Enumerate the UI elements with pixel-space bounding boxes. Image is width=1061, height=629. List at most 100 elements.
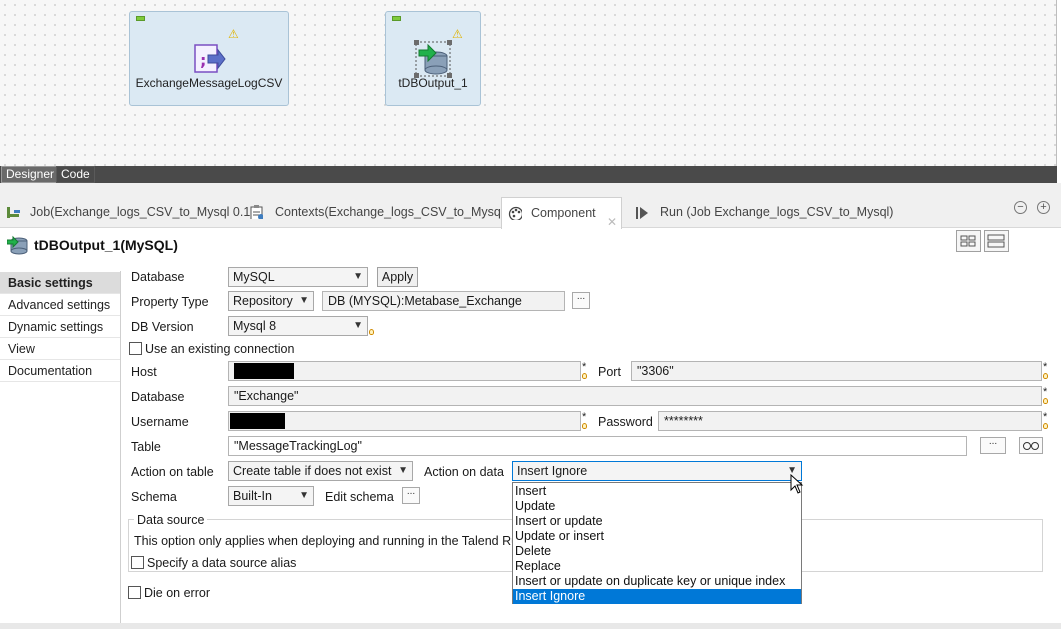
- palette-icon: [508, 206, 522, 220]
- data-source-description: This option only applies when deploying …: [134, 534, 529, 548]
- view-tab-bar: Job(Exchange_logs_CSV_to_Mysql 0.1) Cont…: [0, 197, 1061, 229]
- use-existing-connection-label: Use an existing connection: [145, 342, 295, 356]
- required-star: *: [582, 411, 587, 423]
- schema-select[interactable]: Built-In ▼: [228, 486, 314, 506]
- hint-bulb-icon: [582, 423, 587, 429]
- die-on-error-label: Die on error: [144, 586, 210, 600]
- close-icon[interactable]: ✕: [607, 207, 617, 237]
- data-source-legend: Data source: [134, 513, 208, 527]
- tab-run[interactable]: Run (Job Exchange_logs_CSV_to_Mysql): [630, 197, 893, 228]
- schema-label: Schema: [131, 490, 177, 504]
- guess-schema-button[interactable]: [1019, 437, 1043, 454]
- clipboard-icon: [250, 205, 263, 219]
- database-name-label: Database: [131, 390, 185, 404]
- node-label: ExchangeMessageLogCSV: [135, 76, 283, 90]
- username-label: Username: [131, 415, 189, 429]
- hint-bulb-icon: [1043, 398, 1048, 404]
- tab-code[interactable]: Code: [56, 166, 95, 183]
- repository-browse-button[interactable]: ...: [572, 292, 590, 309]
- minimize-icon[interactable]: −: [1014, 201, 1027, 214]
- property-type-select[interactable]: Repository ▼: [228, 291, 314, 311]
- node-exchange-message-log-csv[interactable]: ⚠ ; ExchangeMessageLogCSV: [129, 11, 289, 106]
- nav-documentation[interactable]: Documentation: [0, 360, 120, 382]
- database-output-icon: [7, 235, 28, 255]
- dropdown-option[interactable]: Replace: [513, 559, 801, 574]
- table-input[interactable]: "MessageTrackingLog": [228, 436, 967, 456]
- chevron-down-icon: ▼: [299, 295, 309, 306]
- action-on-table-select[interactable]: Create table if does not exist ▼: [228, 461, 413, 481]
- dropdown-option-selected[interactable]: Insert Ignore: [513, 589, 801, 604]
- dropdown-option[interactable]: Update: [513, 499, 801, 514]
- tab-contexts[interactable]: Contexts(Exchange_logs_CSV_to_Mysql): [246, 197, 508, 228]
- specify-alias-checkbox[interactable]: [131, 556, 144, 569]
- glasses-icon: [1023, 442, 1039, 450]
- repository-field[interactable]: DB (MYSQL):Metabase_Exchange: [322, 291, 565, 311]
- edit-schema-label: Edit schema: [325, 490, 394, 504]
- nav-basic-settings[interactable]: Basic settings: [0, 272, 120, 294]
- warning-icon: ⚠: [228, 27, 239, 41]
- node-label: tDBOutput_1: [398, 76, 468, 90]
- dropdown-option[interactable]: Insert or update on duplicate key or uni…: [513, 574, 801, 589]
- die-on-error-checkbox[interactable]: [128, 586, 141, 599]
- hint-bulb-icon: [582, 373, 587, 379]
- required-star: *: [582, 361, 587, 373]
- sash[interactable]: [0, 183, 1061, 197]
- job-icon: [7, 207, 20, 218]
- hint-bulb-icon: [1043, 373, 1048, 379]
- nav-advanced-settings[interactable]: Advanced settings: [0, 294, 120, 316]
- hint-bulb-icon: [369, 329, 374, 335]
- use-existing-connection-checkbox[interactable]: [129, 342, 142, 355]
- table-label: Table: [131, 440, 161, 454]
- required-star: *: [1043, 411, 1048, 423]
- apply-button[interactable]: Apply: [377, 267, 418, 287]
- dropdown-option[interactable]: Insert or update: [513, 514, 801, 529]
- port-label: Port: [598, 365, 621, 379]
- mouse-cursor-icon: [790, 474, 804, 494]
- layout-horizontal-button[interactable]: [956, 230, 981, 252]
- redacted-value: [234, 363, 294, 379]
- run-icon: [636, 207, 648, 219]
- required-star: *: [1043, 386, 1048, 398]
- designer-tab-bar: [0, 166, 1057, 183]
- required-star: *: [1043, 361, 1048, 373]
- host-label: Host: [131, 365, 157, 379]
- layout-vertical-button[interactable]: [984, 230, 1009, 252]
- password-label: Password: [598, 415, 653, 429]
- node-status-mark: [392, 16, 401, 21]
- password-input[interactable]: ********: [658, 411, 1042, 431]
- dropdown-option[interactable]: Delete: [513, 544, 801, 559]
- dropdown-option[interactable]: Insert: [513, 484, 801, 499]
- specify-alias-label: Specify a data source alias: [147, 556, 297, 570]
- db-version-label: DB Version: [131, 320, 194, 334]
- port-input[interactable]: "3306": [631, 361, 1042, 381]
- chevron-down-icon: ▼: [353, 320, 363, 331]
- layout-grid-icon: [960, 235, 976, 247]
- node-status-mark: [136, 16, 145, 21]
- property-type-label: Property Type: [131, 295, 209, 309]
- maximize-icon[interactable]: +: [1037, 201, 1050, 214]
- database-type-select[interactable]: MySQL ▼: [228, 267, 368, 287]
- status-strip: [0, 623, 1061, 629]
- designer-canvas[interactable]: ⚠ ; ExchangeMessageLogCSV ⚠ tDBOutput_1: [0, 0, 1057, 166]
- database-name-input[interactable]: "Exchange": [228, 386, 1042, 406]
- db-version-select[interactable]: Mysql 8 ▼: [228, 316, 368, 336]
- tab-component[interactable]: Component ✕: [501, 197, 622, 229]
- svg-text:;: ;: [200, 51, 206, 70]
- edit-schema-button[interactable]: ...: [402, 487, 420, 504]
- settings-nav: Basic settings Advanced settings Dynamic…: [0, 271, 121, 623]
- action-on-data-select[interactable]: Insert Ignore ▼: [512, 461, 802, 481]
- chevron-down-icon: ▼: [353, 271, 363, 282]
- nav-view[interactable]: View: [0, 338, 120, 360]
- tab-job[interactable]: Job(Exchange_logs_CSV_to_Mysql 0.1): [4, 197, 254, 228]
- layout-rows-icon: [987, 234, 1005, 248]
- hint-bulb-icon: [1043, 423, 1048, 429]
- node-tdboutput-1[interactable]: ⚠ tDBOutput_1: [385, 11, 481, 106]
- redacted-value: [230, 413, 285, 429]
- dropdown-option[interactable]: Update or insert: [513, 529, 801, 544]
- database-type-label: Database: [131, 270, 185, 284]
- table-browse-button[interactable]: ...: [980, 437, 1006, 454]
- nav-dynamic-settings[interactable]: Dynamic settings: [0, 316, 120, 338]
- tab-designer[interactable]: Designer: [1, 166, 60, 183]
- database-output-icon: [414, 40, 452, 78]
- action-on-data-dropdown[interactable]: Insert Update Insert or update Update or…: [512, 482, 802, 604]
